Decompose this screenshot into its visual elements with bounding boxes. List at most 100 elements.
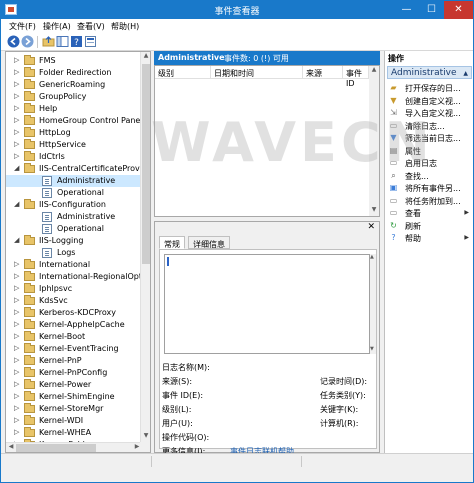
close-detail-icon[interactable]: ✕: [367, 222, 375, 232]
minimize-button[interactable]: —: [394, 1, 419, 19]
tree-item[interactable]: ▷ Help: [6, 103, 142, 115]
scroll-left-icon[interactable]: ◀: [6, 443, 16, 452]
tree-item[interactable]: ▷ Kernel-Boot: [6, 331, 142, 343]
tree-item[interactable]: ▷ HttpLog: [6, 127, 142, 139]
expand-arrow-icon[interactable]: ▷: [14, 140, 22, 150]
tree-item[interactable]: Operational: [6, 187, 142, 199]
scroll-up-icon[interactable]: ▲: [370, 254, 376, 262]
column-date-time[interactable]: 日期和时间: [211, 66, 303, 79]
expand-arrow-icon[interactable]: ▷: [14, 428, 22, 438]
tree-item[interactable]: ▷ Kerberos-KDCProxy: [6, 307, 142, 319]
tree-item[interactable]: ▷ Kernel-WHEA: [6, 427, 142, 439]
properties-icon[interactable]: [84, 35, 97, 48]
tab-details[interactable]: 详细信息: [188, 236, 230, 249]
menu-action[interactable]: 操作(A): [43, 21, 71, 32]
action-item[interactable]: ▰ 打开保存的日...: [389, 82, 473, 94]
collapse-arrow-icon[interactable]: ◢: [14, 164, 22, 174]
tree-item[interactable]: ▷ Kernel-WDI: [6, 415, 142, 427]
expand-arrow-icon[interactable]: ▷: [14, 272, 22, 282]
tree-item[interactable]: ▷ Iphlpsvc: [6, 283, 142, 295]
show-hide-tree-icon[interactable]: [56, 35, 69, 48]
expand-arrow-icon[interactable]: ▷: [14, 152, 22, 162]
tree-item[interactable]: ▷ IdCtrls: [6, 151, 142, 163]
tree-vertical-scrollbar[interactable]: ▲ ▼: [140, 52, 150, 442]
action-item[interactable]: ▼ 创建自定义视...: [389, 95, 473, 107]
tree-horizontal-scrollbar[interactable]: ◀ ▶: [6, 442, 142, 452]
tree-item[interactable]: Logs: [6, 247, 142, 259]
tree-item[interactable]: Operational: [6, 223, 142, 235]
tree-item[interactable]: ▷ Kernel-PnP: [6, 355, 142, 367]
expand-arrow-icon[interactable]: ▷: [14, 344, 22, 354]
tree-item[interactable]: ◢ IIS-Configuration: [6, 199, 142, 211]
column-level[interactable]: 级别: [155, 66, 211, 79]
tree-item[interactable]: ▷ Kernel-EventTracing: [6, 343, 142, 355]
actions-section-header[interactable]: Administrative ▲: [387, 66, 472, 79]
event-description-box[interactable]: [164, 254, 370, 354]
scroll-thumb[interactable]: [16, 444, 96, 452]
expand-arrow-icon[interactable]: ▷: [14, 320, 22, 330]
description-scrollbar[interactable]: ▲ ▼: [370, 254, 376, 354]
expand-arrow-icon[interactable]: ▷: [14, 56, 22, 66]
tree-item[interactable]: ▷ FMS: [6, 55, 142, 67]
expand-arrow-icon[interactable]: ▷: [14, 68, 22, 78]
tree-item[interactable]: ▷ International-RegionalOptions: [6, 271, 150, 283]
close-button[interactable]: ✕: [444, 1, 473, 19]
menu-help[interactable]: 帮助(H): [111, 21, 139, 32]
scroll-up-icon[interactable]: ▲: [141, 52, 150, 62]
action-item[interactable]: ▭ 启用日志: [389, 157, 473, 169]
event-list[interactable]: 级别 日期和时间 来源 事件 ID 任 ▲ ▼: [154, 65, 380, 217]
up-folder-icon[interactable]: [42, 35, 55, 48]
tree-item[interactable]: ▷ KdsSvc: [6, 295, 142, 307]
expand-arrow-icon[interactable]: ▷: [14, 80, 22, 90]
tree-item[interactable]: ▷ Kernel-PnPConfig: [6, 367, 142, 379]
scroll-down-icon[interactable]: ▼: [370, 346, 376, 354]
expand-arrow-icon[interactable]: ▷: [14, 368, 22, 378]
tree-item[interactable]: ▷ Kernel-Power: [6, 379, 142, 391]
tree-item[interactable]: ▷ Kernel-StoreMgr: [6, 403, 142, 415]
expand-arrow-icon[interactable]: ▷: [14, 128, 22, 138]
maximize-button[interactable]: ☐: [419, 1, 444, 19]
action-item[interactable]: ▤ 属性: [389, 145, 473, 157]
action-item[interactable]: ↻ 刷新: [389, 220, 473, 232]
expand-arrow-icon[interactable]: ▷: [14, 308, 22, 318]
action-item[interactable]: ▣ 将所有事件另...: [389, 182, 473, 194]
tree-item[interactable]: ▷ HttpService: [6, 139, 142, 151]
action-item[interactable]: ▼ 筛选当前日志...: [389, 132, 473, 144]
collapse-arrow-icon[interactable]: ◢: [14, 236, 22, 246]
expand-arrow-icon[interactable]: ▷: [14, 104, 22, 114]
tab-general[interactable]: 常规: [159, 236, 185, 249]
expand-arrow-icon[interactable]: ▷: [14, 116, 22, 126]
tree-item[interactable]: ▷ Kernel-ShimEngine: [6, 391, 142, 403]
expand-arrow-icon[interactable]: ▷: [14, 296, 22, 306]
event-list-scrollbar[interactable]: ▲ ▼: [369, 66, 379, 216]
menu-file[interactable]: 文件(F): [9, 21, 36, 32]
expand-arrow-icon[interactable]: ▷: [14, 380, 22, 390]
action-item[interactable]: ▭ 将任务附加到...: [389, 195, 473, 207]
tree-item[interactable]: ◢ IIS-CentralCertificateProvider: [6, 163, 150, 175]
scroll-down-icon[interactable]: ▼: [141, 432, 150, 442]
tree-item[interactable]: ▷ GenericRoaming: [6, 79, 142, 91]
scroll-up-icon[interactable]: ▲: [369, 66, 379, 76]
back-icon[interactable]: [7, 35, 20, 48]
action-item[interactable]: ▭ 查看 ▶: [389, 207, 473, 219]
expand-arrow-icon[interactable]: ▷: [14, 416, 22, 426]
expand-arrow-icon[interactable]: ▷: [14, 404, 22, 414]
tree-item[interactable]: ▷ International: [6, 259, 142, 271]
action-item[interactable]: ▭ 清除日志...: [389, 120, 473, 132]
tree-item[interactable]: ◢ IIS-Logging: [6, 235, 142, 247]
forward-icon[interactable]: [21, 35, 34, 48]
expand-arrow-icon[interactable]: ▷: [14, 392, 22, 402]
expand-arrow-icon[interactable]: ▷: [14, 92, 22, 102]
column-event-id[interactable]: 事件 ID: [343, 66, 369, 88]
tree-item[interactable]: Administrative: [6, 211, 142, 223]
expand-arrow-icon[interactable]: ▷: [14, 332, 22, 342]
tree-item[interactable]: ▷ Kernel-ApphelpCache: [6, 319, 142, 331]
expand-arrow-icon[interactable]: ▷: [14, 284, 22, 294]
tree-item[interactable]: ▷ HomeGroup Control Panel: [6, 115, 143, 127]
help-icon[interactable]: ?: [70, 35, 83, 48]
action-item[interactable]: ⇲ 导入自定义视...: [389, 107, 473, 119]
collapse-triangle-icon[interactable]: ▲: [463, 70, 468, 77]
tree-item[interactable]: ▷ Folder Redirection: [6, 67, 142, 79]
column-source[interactable]: 来源: [303, 66, 343, 79]
expand-arrow-icon[interactable]: ▷: [14, 356, 22, 366]
